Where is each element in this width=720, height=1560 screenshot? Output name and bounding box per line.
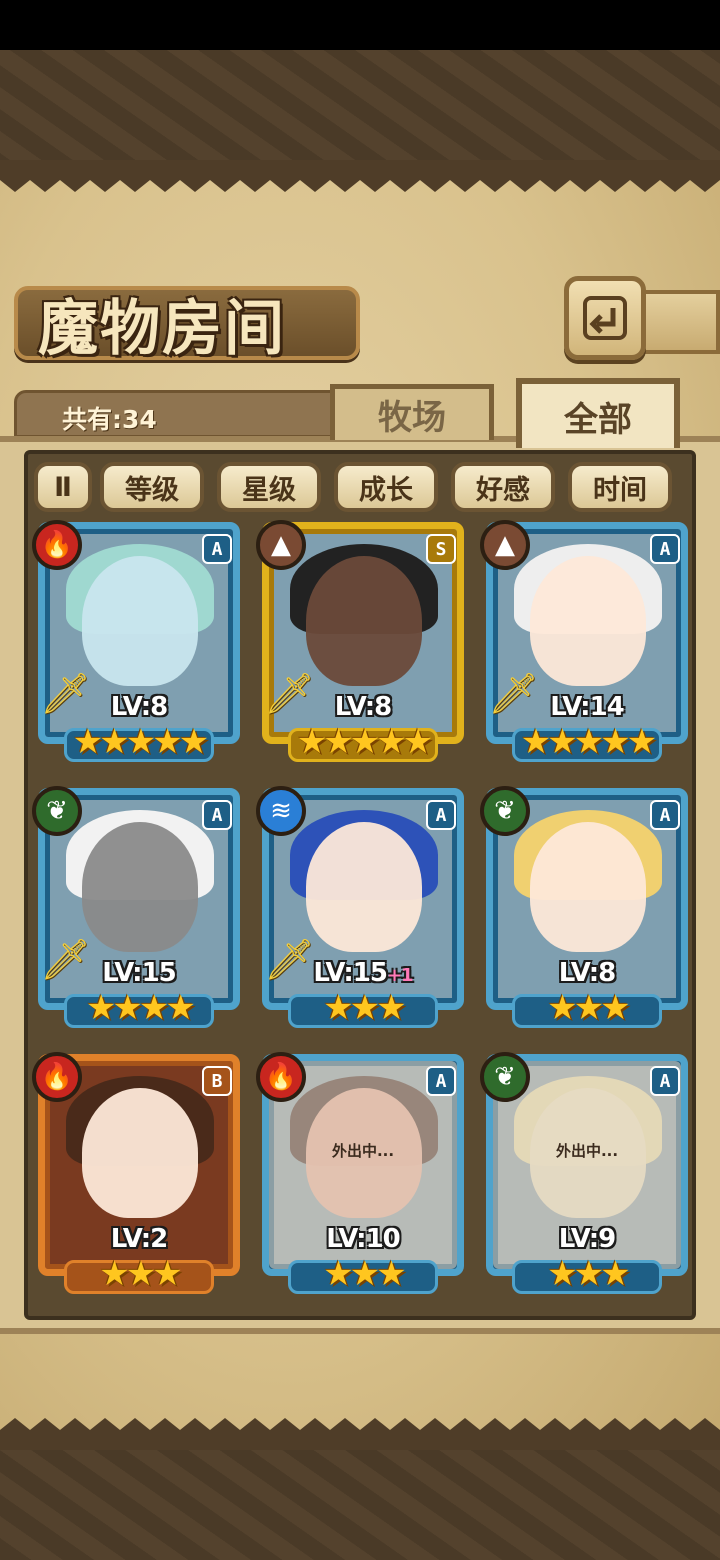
monster-portrait: [530, 556, 646, 686]
map-background-top: [0, 50, 720, 175]
level-bonus: +1: [386, 965, 414, 986]
tab-ranch[interactable]: 牧场: [330, 384, 494, 440]
monster-level: LV:2: [34, 1224, 244, 1254]
return-arrow-icon: [583, 296, 627, 340]
map-background-bottom: [0, 1440, 720, 1560]
rank-badge: A: [202, 800, 232, 830]
monster-card[interactable]: B 🔥 LV:2 ★★★: [32, 1052, 244, 1304]
monster-card[interactable]: S ▲ 🗡 LV:8 ★★★★★: [256, 520, 468, 772]
fire-element-icon: 🔥: [256, 1052, 306, 1102]
monster-level: LV:14: [482, 692, 692, 722]
monster-card[interactable]: A ❦ LV:8 ★★★: [480, 786, 692, 1038]
zigzag-border-top: [0, 160, 720, 192]
star-rating: ★★★: [323, 1254, 406, 1294]
sort-order-toggle[interactable]: Ⅱ: [34, 462, 92, 512]
zigzag-border-bottom: [0, 1418, 720, 1450]
monster-level: LV:9: [482, 1224, 692, 1254]
rank-badge: S: [426, 534, 456, 564]
level-text: LV:9: [558, 1224, 616, 1254]
monster-level: LV:15+1: [258, 958, 468, 988]
sort-growth-button[interactable]: 成长: [334, 462, 438, 512]
star-rating: ★★★★★: [520, 722, 657, 762]
monster-level: LV:8: [258, 692, 468, 722]
rank-badge: A: [650, 534, 680, 564]
fire-element-icon: 🔥: [32, 520, 82, 570]
monster-level: LV:8: [482, 958, 692, 988]
level-text: LV:2: [110, 1224, 168, 1254]
fire-element-icon: 🔥: [32, 1052, 82, 1102]
monster-count: 共有:34: [62, 405, 157, 434]
monster-card[interactable]: A 🔥 🗡 LV:8 ★★★★★: [32, 520, 244, 772]
star-rating: ★★★: [323, 988, 406, 1028]
monster-portrait: [82, 556, 198, 686]
star-rating: ★★★: [99, 1254, 182, 1294]
level-text: LV:8: [558, 958, 616, 988]
star-rating: ★★★★: [86, 988, 196, 1028]
page-title: 魔物房间: [38, 294, 286, 364]
monster-card[interactable]: A ≋ 🗡 LV:15+1 ★★★: [256, 786, 468, 1038]
star-rating: ★★★: [547, 1254, 630, 1294]
monster-card[interactable]: A ❦ 🗡 LV:15 ★★★★: [32, 786, 244, 1038]
rank-badge: A: [650, 800, 680, 830]
sort-time-button[interactable]: 时间: [568, 462, 672, 512]
level-text: LV:8: [334, 692, 392, 722]
monster-card[interactable]: 外出中... A ❦ LV:9 ★★★: [480, 1052, 692, 1304]
back-button[interactable]: [564, 276, 646, 360]
level-text: LV:10: [326, 1224, 401, 1254]
monster-level: LV:8: [34, 692, 244, 722]
nature-element-icon: ❦: [480, 786, 530, 836]
rank-badge: A: [426, 800, 456, 830]
monster-portrait: [82, 822, 198, 952]
monster-portrait: [306, 822, 422, 952]
status-bar: [0, 0, 720, 50]
monster-level: LV:10: [258, 1224, 468, 1254]
level-text: LV:15: [102, 958, 177, 988]
nature-element-icon: ❦: [480, 1052, 530, 1102]
monster-portrait: [82, 1088, 198, 1218]
sort-level-button[interactable]: 等级: [100, 462, 204, 512]
rank-badge: B: [202, 1066, 232, 1096]
rank-badge: A: [202, 534, 232, 564]
water-element-icon: ≋: [256, 786, 306, 836]
rank-badge: A: [426, 1066, 456, 1096]
monster-level: LV:15: [34, 958, 244, 988]
level-text: LV:15: [313, 958, 388, 988]
earth-element-icon: ▲: [256, 520, 306, 570]
level-text: LV:14: [550, 692, 625, 722]
level-text: LV:8: [110, 692, 168, 722]
monster-portrait: [306, 556, 422, 686]
rank-badge: A: [650, 1066, 680, 1096]
away-status: 外出中...: [331, 1142, 395, 1160]
star-rating: ★★★★★: [72, 722, 209, 762]
earth-element-icon: ▲: [480, 520, 530, 570]
sort-affection-button[interactable]: 好感: [451, 462, 555, 512]
monster-card[interactable]: A ▲ 🗡 LV:14 ★★★★★: [480, 520, 692, 772]
monster-card[interactable]: 外出中... A 🔥 LV:10 ★★★: [256, 1052, 468, 1304]
nature-element-icon: ❦: [32, 786, 82, 836]
star-rating: ★★★★★: [296, 722, 433, 762]
away-status: 外出中...: [555, 1142, 619, 1160]
monster-portrait: [530, 822, 646, 952]
star-rating: ★★★: [547, 988, 630, 1028]
back-button-tail: [640, 290, 720, 354]
sort-stars-button[interactable]: 星级: [217, 462, 321, 512]
tab-all[interactable]: 全部: [516, 378, 680, 448]
